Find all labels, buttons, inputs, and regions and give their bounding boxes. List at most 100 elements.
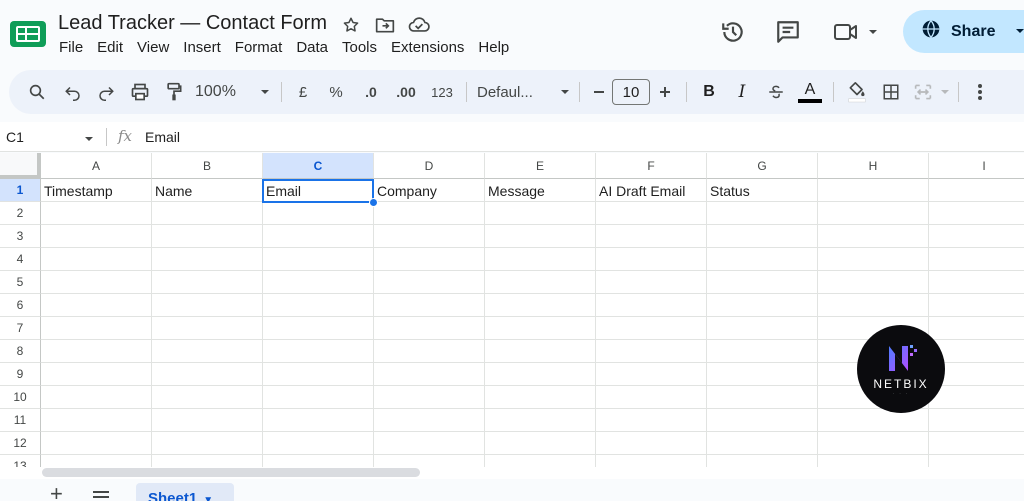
cell-f10[interactable] (596, 386, 707, 409)
paint-format-icon[interactable] (157, 78, 191, 106)
borders-icon[interactable] (874, 78, 908, 106)
cell-a7[interactable] (41, 317, 152, 340)
cell-f7[interactable] (596, 317, 707, 340)
row-header-10[interactable]: 10 (0, 386, 41, 409)
name-box[interactable]: C1 (6, 129, 24, 145)
cell-a5[interactable] (41, 271, 152, 294)
cell-g13[interactable] (707, 455, 818, 467)
cell-h12[interactable] (818, 432, 929, 455)
cell-h1[interactable] (818, 179, 929, 202)
cell-b8[interactable] (152, 340, 263, 363)
row-header-6[interactable]: 6 (0, 294, 41, 317)
cell-c13[interactable] (263, 455, 374, 467)
cell-i7[interactable] (929, 317, 1024, 340)
cell-a1[interactable]: Timestamp (41, 179, 152, 202)
menu-extensions[interactable]: Extensions (391, 39, 471, 56)
undo-icon[interactable] (57, 78, 89, 106)
cell-b4[interactable] (152, 248, 263, 271)
cell-a6[interactable] (41, 294, 152, 317)
cell-f5[interactable] (596, 271, 707, 294)
column-header-b[interactable]: B (152, 153, 263, 179)
merge-cells-icon[interactable] (908, 78, 938, 106)
cell-a2[interactable] (41, 202, 152, 225)
select-all-corner[interactable] (0, 153, 41, 179)
percent-format-button[interactable]: % (318, 78, 354, 106)
cell-g3[interactable] (707, 225, 818, 248)
zoom-select[interactable]: 100% (191, 78, 255, 106)
cell-e4[interactable] (485, 248, 596, 271)
cell-c9[interactable] (263, 363, 374, 386)
fill-color-icon[interactable] (840, 78, 874, 106)
cell-g4[interactable] (707, 248, 818, 271)
document-title[interactable]: Lead Tracker — Contact Form (58, 12, 327, 35)
cell-c1[interactable]: Email (263, 179, 374, 202)
cell-e7[interactable] (485, 317, 596, 340)
cell-h13[interactable] (818, 455, 929, 467)
cell-h6[interactable] (818, 294, 929, 317)
sheet-tab-sheet1[interactable]: Sheet1 ▼ (136, 483, 234, 501)
cell-h4[interactable] (818, 248, 929, 271)
cell-i1[interactable] (929, 179, 1024, 202)
sheet-tab-chevron-down-icon[interactable]: ▼ (203, 495, 213, 501)
column-header-i[interactable]: I (929, 153, 1024, 179)
cell-f9[interactable] (596, 363, 707, 386)
cell-d2[interactable] (374, 202, 485, 225)
cell-f6[interactable] (596, 294, 707, 317)
cell-d6[interactable] (374, 294, 485, 317)
cell-b1[interactable]: Name (152, 179, 263, 202)
cell-e2[interactable] (485, 202, 596, 225)
increase-font-size-icon[interactable] (650, 78, 680, 106)
cell-e12[interactable] (485, 432, 596, 455)
cell-d13[interactable] (374, 455, 485, 467)
row-header-11[interactable]: 11 (0, 409, 41, 432)
cell-i6[interactable] (929, 294, 1024, 317)
column-header-h[interactable]: H (818, 153, 929, 179)
cell-g2[interactable] (707, 202, 818, 225)
horizontal-scrollbar[interactable] (42, 468, 420, 477)
cell-b7[interactable] (152, 317, 263, 340)
cell-i2[interactable] (929, 202, 1024, 225)
cell-h5[interactable] (818, 271, 929, 294)
cell-a3[interactable] (41, 225, 152, 248)
cell-e11[interactable] (485, 409, 596, 432)
cell-c2[interactable] (263, 202, 374, 225)
strikethrough-icon[interactable] (759, 78, 793, 106)
cell-i4[interactable] (929, 248, 1024, 271)
cell-b3[interactable] (152, 225, 263, 248)
cell-d5[interactable] (374, 271, 485, 294)
cell-g12[interactable] (707, 432, 818, 455)
cell-g7[interactable] (707, 317, 818, 340)
column-header-c[interactable]: C (263, 153, 374, 179)
cell-b10[interactable] (152, 386, 263, 409)
column-header-e[interactable]: E (485, 153, 596, 179)
print-icon[interactable] (123, 78, 157, 106)
cell-f11[interactable] (596, 409, 707, 432)
cell-d9[interactable] (374, 363, 485, 386)
cell-a9[interactable] (41, 363, 152, 386)
column-header-a[interactable]: A (41, 153, 152, 179)
cell-c12[interactable] (263, 432, 374, 455)
cell-g10[interactable] (707, 386, 818, 409)
cell-i3[interactable] (929, 225, 1024, 248)
comments-icon[interactable] (775, 14, 801, 50)
cell-g1[interactable]: Status (707, 179, 818, 202)
share-chevron-down-icon[interactable] (1015, 23, 1024, 41)
spreadsheet-grid[interactable]: A B C D E F G H I 1 Timestamp Name Email Company Messa… (0, 153, 1024, 467)
name-box-chevron-down-icon[interactable] (84, 131, 94, 149)
cell-c8[interactable] (263, 340, 374, 363)
cell-i11[interactable] (929, 409, 1024, 432)
menu-file[interactable]: File (59, 39, 90, 56)
cell-d11[interactable] (374, 409, 485, 432)
cell-c11[interactable] (263, 409, 374, 432)
cell-e10[interactable] (485, 386, 596, 409)
cell-h2[interactable] (818, 202, 929, 225)
cell-c3[interactable] (263, 225, 374, 248)
formula-input[interactable]: Email (145, 129, 180, 145)
cell-f4[interactable] (596, 248, 707, 271)
share-button[interactable]: Share (903, 10, 1024, 53)
font-family-select[interactable]: Defaul... (473, 78, 557, 106)
column-header-g[interactable]: G (707, 153, 818, 179)
menu-tools[interactable]: Tools (342, 39, 384, 56)
cloud-saved-icon[interactable] (408, 14, 430, 36)
cell-g8[interactable] (707, 340, 818, 363)
